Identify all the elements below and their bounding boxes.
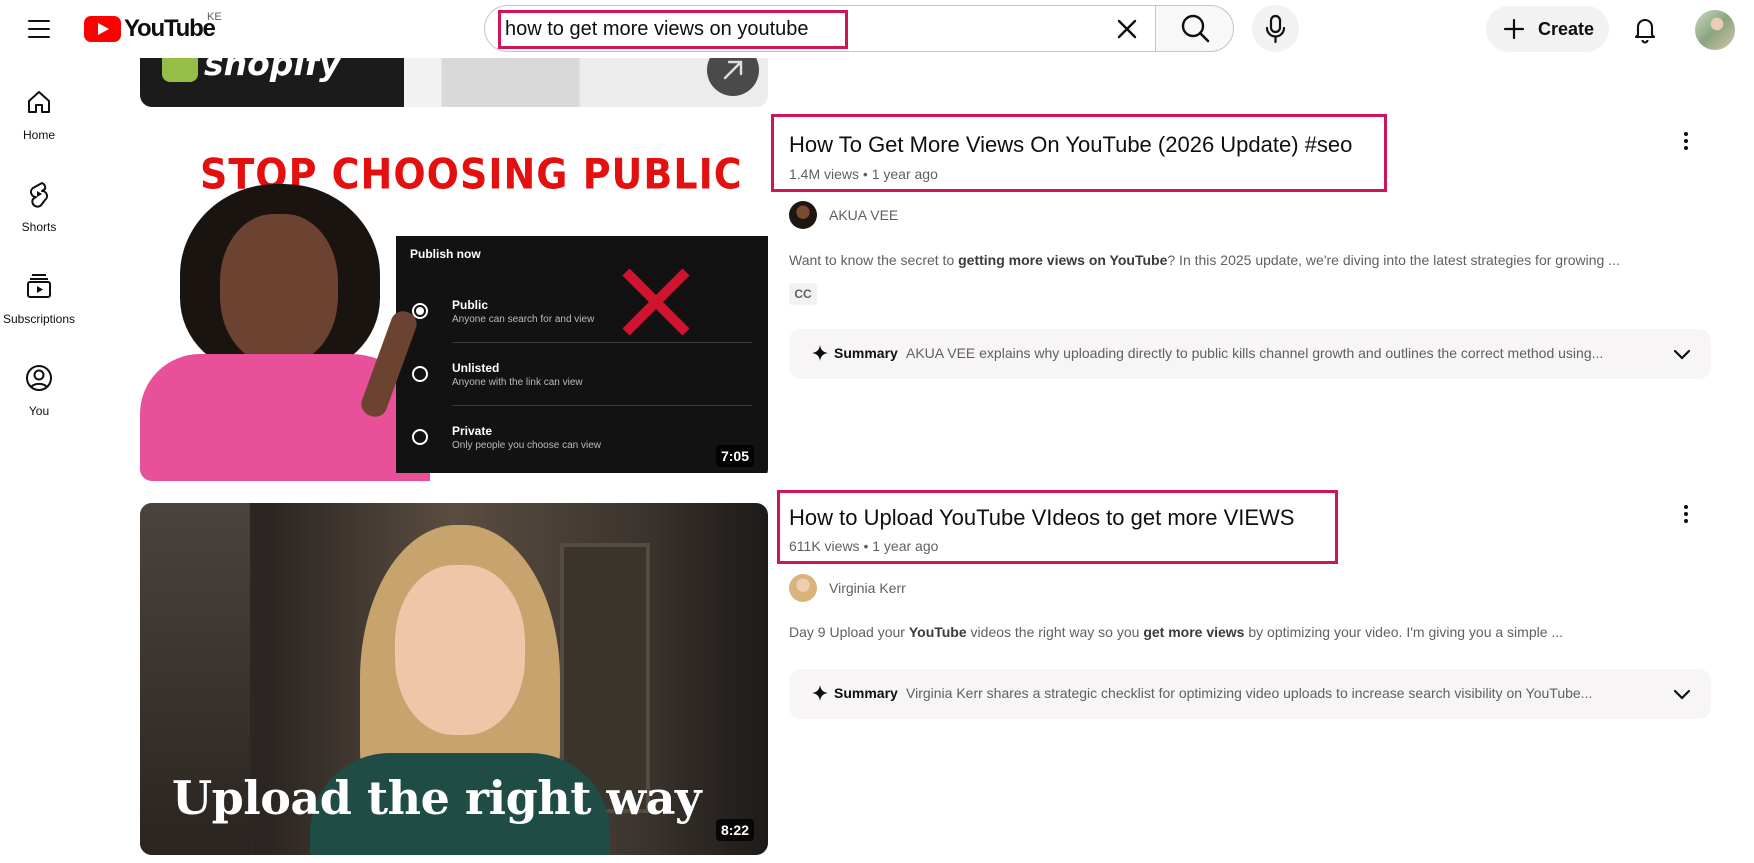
meta-separator: • (862, 166, 872, 182)
sidebar-item-home[interactable]: Home (0, 88, 78, 162)
more-actions-icon[interactable] (1674, 500, 1698, 528)
sparkle-icon (812, 345, 828, 361)
account-avatar[interactable] (1695, 10, 1735, 50)
clear-search-icon[interactable] (1110, 12, 1144, 46)
upload-age: 1 year ago (872, 538, 939, 554)
mini-guide: Home Shorts Subscriptions You (0, 58, 78, 863)
bell-icon (1634, 18, 1656, 44)
ai-summary[interactable]: Summary AKUA VEE explains why uploading … (789, 329, 1711, 379)
panel-title: Publish now (410, 247, 481, 261)
sidebar-item-label: Shorts (21, 220, 57, 234)
summary-label: Summary (834, 685, 898, 701)
summary-label: Summary (834, 345, 898, 361)
radio-icon (412, 429, 428, 445)
search-icon (1181, 14, 1210, 43)
option-subtitle: Anyone with the link can view (452, 377, 583, 388)
chevron-down-icon[interactable] (1671, 343, 1693, 365)
country-code: KE (207, 11, 222, 23)
sidebar-item-you[interactable]: You (0, 364, 78, 438)
video-thumbnail[interactable]: Upload the right way 8:22 (140, 503, 768, 855)
thumbnail-caption: Upload the right way (172, 771, 702, 825)
red-x-icon (622, 268, 690, 336)
video-title[interactable]: How to Upload YouTube VIdeos to get more… (789, 504, 1294, 532)
video-description: Day 9 Upload your YouTube videos the rig… (789, 624, 1564, 640)
channel-name: Virginia Kerr (829, 580, 906, 596)
create-button[interactable]: Create (1486, 6, 1609, 52)
sidebar-item-label: Home (22, 128, 55, 142)
plus-icon (1503, 18, 1525, 40)
option-title: Private (452, 424, 493, 438)
option-subtitle: Anyone can search for and view (452, 314, 595, 325)
ai-summary[interactable]: Summary Virginia Kerr shares a strategic… (789, 669, 1711, 719)
duration-badge: 8:22 (715, 819, 754, 841)
youtube-play-icon (84, 16, 121, 42)
you-icon (26, 365, 52, 391)
video-thumbnail[interactable]: STOP CHOOSING PUBLIC Publish now Public … (140, 114, 768, 481)
divider (452, 405, 752, 406)
youtube-logo[interactable]: YouTube (84, 15, 216, 43)
video-metadata: 1.4M views • 1 year ago (789, 166, 938, 182)
view-count: 1.4M views (789, 166, 860, 182)
option-title: Public (452, 298, 489, 312)
thumbnail-person-face (220, 214, 338, 364)
channel-avatar (789, 201, 817, 229)
menu-icon[interactable] (20, 12, 60, 46)
thumbnail-publish-panel: Publish now Public Anyone can search for… (396, 236, 768, 473)
option-title: Unlisted (452, 361, 500, 375)
shorts-icon (30, 182, 48, 208)
video-title[interactable]: How To Get More Views On YouTube (2026 U… (789, 131, 1352, 159)
sidebar-item-label: You (28, 404, 50, 418)
thumbnail-person-face (395, 565, 525, 735)
divider (452, 342, 752, 343)
video-metadata: 611K views • 1 year ago (789, 538, 938, 554)
masthead: YouTube KE Create (0, 0, 1754, 58)
notifications-button[interactable] (1624, 8, 1666, 50)
logo-text: YouTube (124, 15, 216, 42)
microphone-icon (1265, 14, 1286, 44)
cc-badge: CC (789, 283, 817, 305)
home-icon (28, 91, 50, 113)
channel-name: AKUA VEE (829, 207, 899, 223)
sidebar-item-label: Subscriptions (2, 312, 76, 326)
duration-badge: 7:05 (715, 445, 754, 467)
summary-text: AKUA VEE explains why uploading directly… (906, 345, 1604, 361)
video-description: Want to know the secret to getting more … (789, 252, 1620, 268)
radio-icon (412, 366, 428, 382)
channel-avatar (789, 574, 817, 602)
voice-search-button[interactable] (1252, 5, 1299, 52)
option-subtitle: Only people you choose can view (452, 440, 601, 451)
view-count: 611K views (789, 538, 860, 554)
create-label: Create (1538, 19, 1595, 39)
upload-age: 1 year ago (871, 166, 938, 182)
summary-text: Virginia Kerr shares a strategic checkli… (906, 685, 1593, 701)
more-actions-icon[interactable] (1674, 127, 1698, 155)
chevron-down-icon[interactable] (1671, 683, 1693, 705)
search-input[interactable] (498, 10, 848, 49)
sparkle-icon (812, 685, 828, 701)
meta-separator: • (863, 538, 873, 554)
sidebar-item-shorts[interactable]: Shorts (0, 180, 78, 254)
search-button[interactable] (1155, 5, 1234, 52)
sidebar-item-subscriptions[interactable]: Subscriptions (0, 272, 78, 346)
subscriptions-icon (27, 274, 51, 298)
